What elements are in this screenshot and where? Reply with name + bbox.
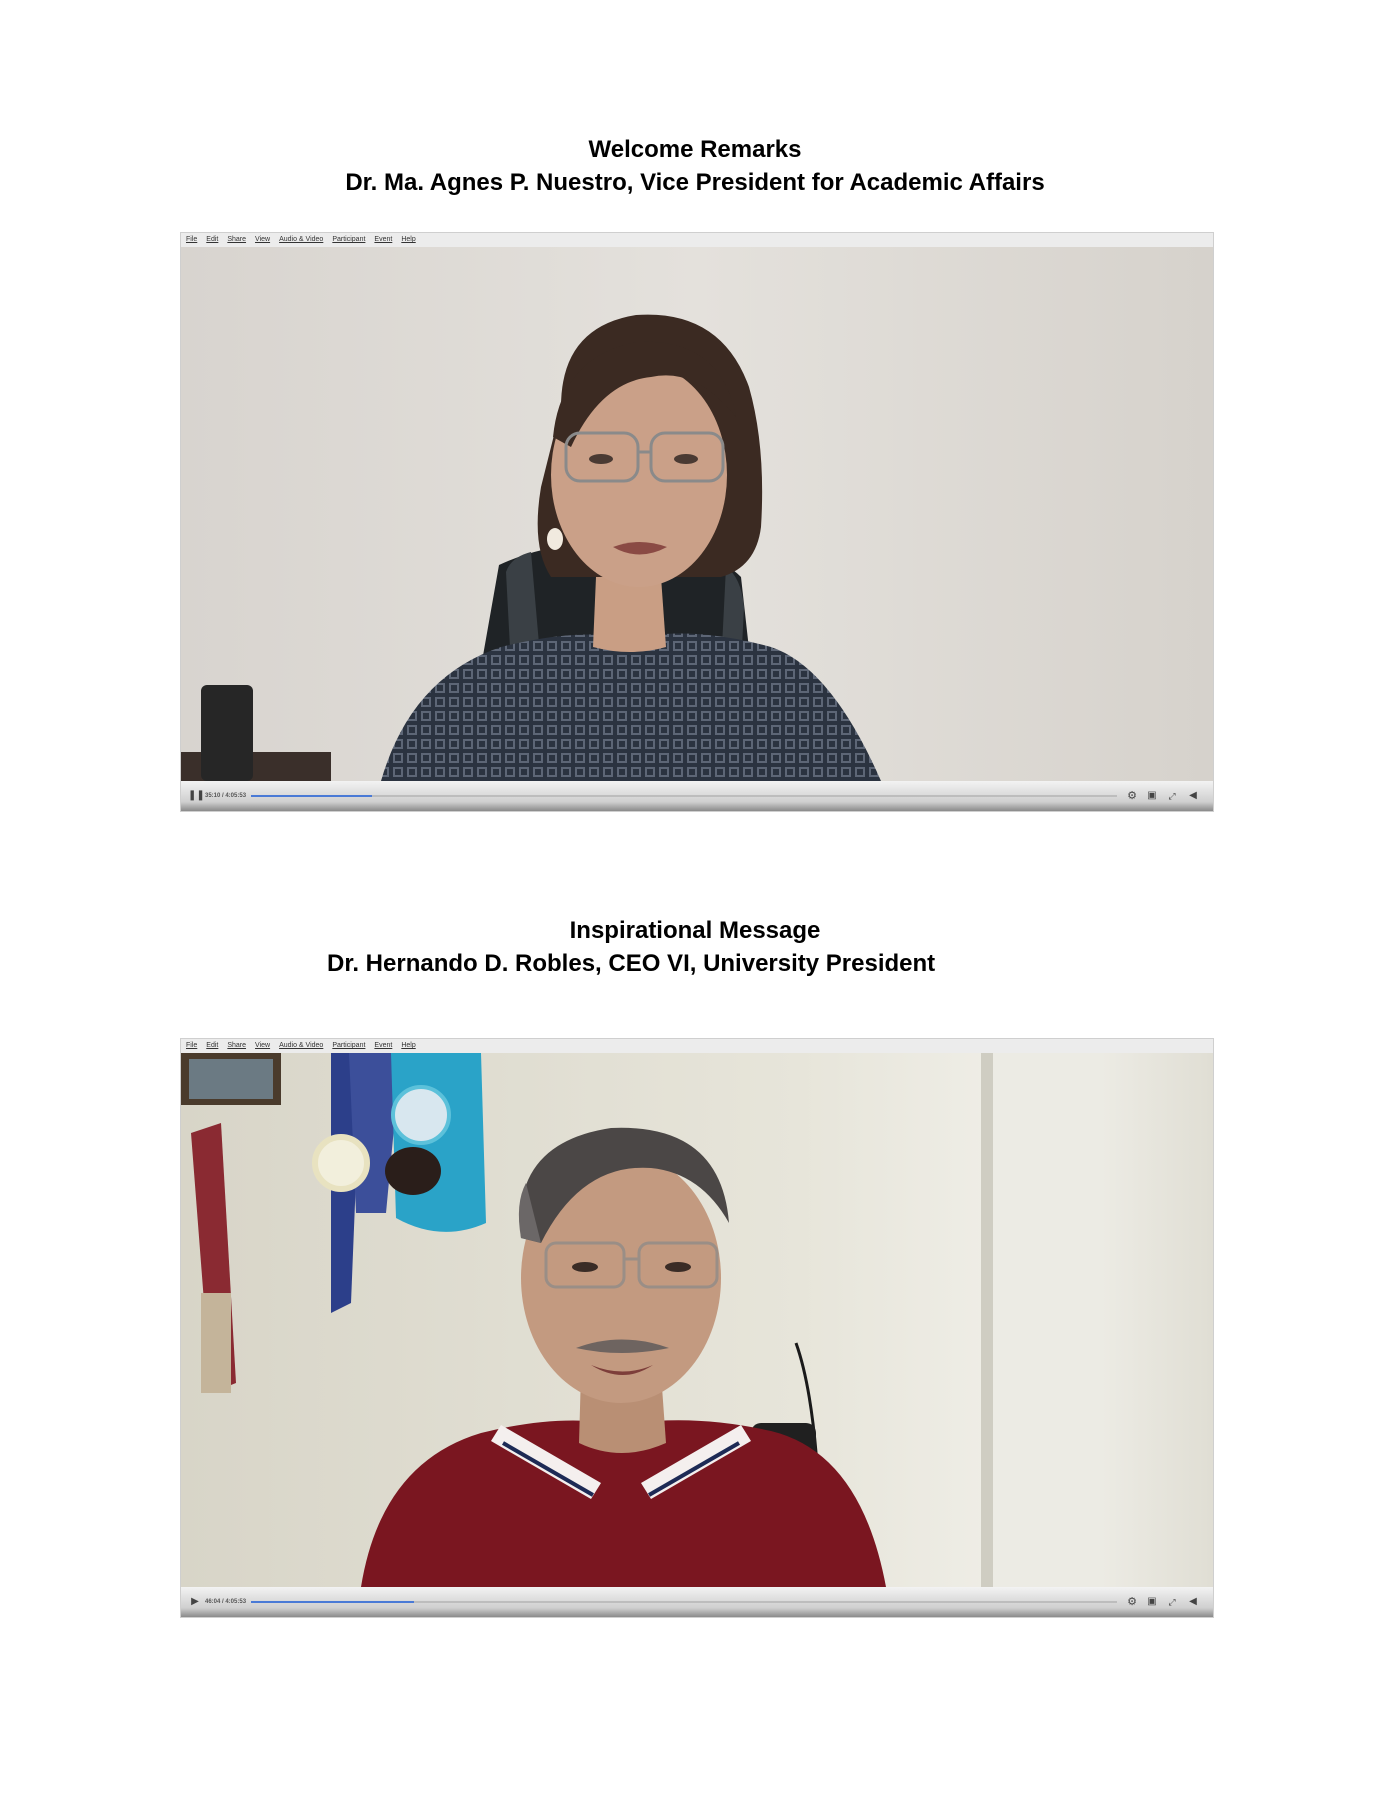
section-title: Welcome Remarks: [588, 136, 802, 163]
video-frame[interactable]: [181, 247, 1213, 781]
video-player: File Edit Share View Audio & Video Participan…: [180, 1038, 1214, 1618]
menu-item-participant[interactable]: Participant: [332, 1039, 365, 1053]
volume-icon[interactable]: ◀: [1185, 789, 1201, 803]
player-control-bar: ▶ 46:04 / 4:05:53 ⚙ ▣ ⤢ ◀: [181, 1587, 1213, 1617]
settings-gear-icon[interactable]: ⚙: [1125, 1595, 1139, 1609]
pause-icon[interactable]: ❚❚: [188, 789, 205, 803]
speaker-video-image: [181, 1053, 1213, 1587]
menu-item-edit[interactable]: Edit: [206, 233, 218, 247]
menu-item-edit[interactable]: Edit: [206, 1039, 218, 1053]
speaker-video-image: [181, 247, 1213, 781]
seek-bar[interactable]: [251, 795, 1117, 797]
menu-item-event[interactable]: Event: [374, 233, 392, 247]
settings-gear-icon[interactable]: ⚙: [1125, 789, 1139, 803]
menu-item-event[interactable]: Event: [374, 1039, 392, 1053]
picture-in-picture-icon[interactable]: ▣: [1145, 789, 1159, 803]
video-frame[interactable]: [181, 1053, 1213, 1587]
fullscreen-icon[interactable]: ⤢: [1165, 789, 1179, 803]
volume-icon[interactable]: ◀: [1185, 1595, 1201, 1609]
menu-item-share[interactable]: Share: [227, 233, 246, 247]
timecode: 35:10 / 4:05:53: [205, 793, 247, 799]
menu-bar: File Edit Share View Audio & Video Participan…: [181, 1039, 1213, 1053]
menu-item-help[interactable]: Help: [401, 1039, 415, 1053]
seek-bar[interactable]: [251, 1601, 1117, 1603]
seek-bar-progress: [251, 795, 373, 797]
section-heading: Inspirational Message Dr. Hernando D. Ro…: [0, 914, 1390, 980]
video-player: File Edit Share View Audio & Video Participan…: [180, 232, 1214, 812]
section-heading: Welcome Remarks Dr. Ma. Agnes P. Nuestro…: [0, 133, 1390, 199]
menu-item-help[interactable]: Help: [401, 233, 415, 247]
menu-item-audio-video[interactable]: Audio & Video: [279, 1039, 323, 1053]
menu-item-share[interactable]: Share: [227, 1039, 246, 1053]
play-icon[interactable]: ▶: [188, 1595, 202, 1609]
picture-in-picture-icon[interactable]: ▣: [1145, 1595, 1159, 1609]
player-control-bar: ❚❚ 35:10 / 4:05:53 ⚙ ▣ ⤢ ◀: [181, 781, 1213, 811]
menu-item-participant[interactable]: Participant: [332, 233, 365, 247]
menu-item-view[interactable]: View: [255, 233, 270, 247]
menu-bar: File Edit Share View Audio & Video Participan…: [181, 233, 1213, 247]
menu-item-file[interactable]: File: [186, 1039, 197, 1053]
menu-item-file[interactable]: File: [186, 233, 197, 247]
seek-bar-progress: [251, 1601, 414, 1603]
section-title: Inspirational Message: [569, 917, 821, 944]
menu-item-audio-video[interactable]: Audio & Video: [279, 233, 323, 247]
speaker-name: Dr. Ma. Agnes P. Nuestro, Vice President…: [345, 169, 1045, 196]
timecode: 46:04 / 4:05:53: [205, 1599, 247, 1605]
menu-item-view[interactable]: View: [255, 1039, 270, 1053]
fullscreen-icon[interactable]: ⤢: [1165, 1595, 1179, 1609]
speaker-name: Dr. Hernando D. Robles, CEO VI, Universi…: [327, 950, 936, 977]
